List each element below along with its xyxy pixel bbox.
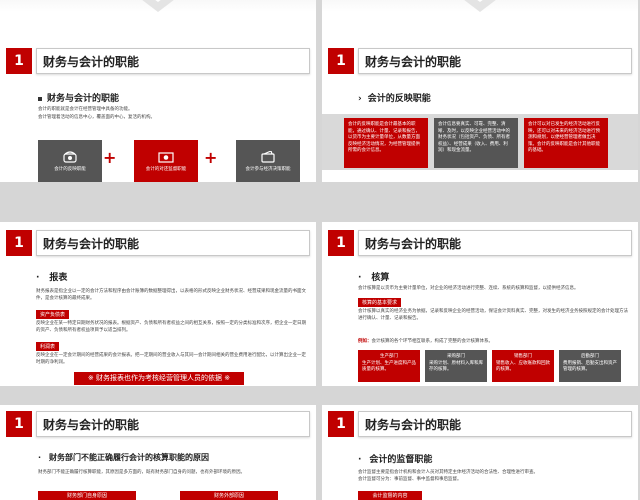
dept-box-production: 生产部门 生产计划、生产进度和产品质量的核算。 — [358, 350, 420, 382]
section-number: 1 — [6, 230, 32, 256]
section-number: 1 — [328, 48, 354, 74]
wallet-icon — [261, 150, 275, 163]
tab-supervision-content[interactable]: 会计监督的内容 — [358, 491, 422, 500]
plus-icon: + — [103, 148, 117, 167]
intro-text: 财务报表是指企业以一定的会计方法和程序由会计账簿的数据整理得出，以表格的形式反映… — [36, 289, 306, 301]
function-box-decision: 会计参与经济决策职能 — [236, 140, 300, 182]
bullet-dot-icon: · — [36, 273, 40, 283]
intro-text: 财务部门不能正确履行核算职能，其原因是多方面的，既有财务部门自身的问题，也有外部… — [38, 470, 245, 475]
v-decoration-inner — [442, 0, 518, 2]
slide-thumbnail-5[interactable]: 1 财务与会计的职能 · 财务部门不能正确履行会计的核算职能的原因 财务部门不能正… — [0, 405, 316, 500]
subtitle-text: 财务部门不能正确履行会计的核算职能的原因 — [49, 453, 210, 462]
balance-sheet-text: 反映企业在某一特定日期财务状况的报表。根据资产、负债和所有者权益之间的相互关系，… — [36, 321, 306, 333]
subtitle-text: 财务与会计的职能 — [47, 94, 120, 104]
bullet-dot-icon: · — [358, 273, 362, 283]
section-number: 1 — [328, 230, 354, 256]
function-label: 会计的对还监督职能 — [145, 166, 187, 172]
slide-header: 1 财务与会计的职能 — [6, 411, 310, 437]
section-number: 1 — [6, 411, 32, 437]
body-line-1: 会计的职能就是会计在经营管理中具备的功能。 — [38, 107, 133, 112]
subtitle-text: 会计的监督职能 — [369, 455, 433, 465]
slide-subtitle: 财务与会计的职能 — [38, 91, 119, 104]
bullet-dot-icon: · — [38, 453, 42, 462]
slide-thumbnail-4[interactable]: 1 财务与会计的职能 · 核算 会计核算是以货币为主要计量单位，对企业的经济活动进… — [322, 222, 638, 386]
slide-subtitle: · 财务部门不能正确履行会计的核算职能的原因 — [38, 452, 209, 463]
requirements-text: 会计核算以真实的经济业务为依据，记录和反映企业的经营活动，保证会计资料真实、完整… — [358, 309, 628, 321]
example-line: 例如：会计核算的各个环节相互联系，构成了完整的会计核算体系。 — [358, 338, 628, 345]
slide-subtitle: · 报表 — [36, 270, 67, 283]
dept-box-purchasing: 采购部门 采购计划、原材料入库和库存的核算。 — [425, 350, 487, 382]
intro-text: 会计核算是以货币为主要计量单位，对企业的经济活动进行完整、连续、系统的核算和监督… — [358, 286, 579, 291]
phone-icon — [63, 150, 77, 163]
slide-header: 1 财务与会计的职能 — [6, 48, 310, 74]
slide-title: 财务与会计的职能 — [358, 48, 632, 74]
slide-header: 1 财务与会计的职能 — [328, 411, 632, 437]
bullet-dot-icon: · — [358, 455, 362, 465]
money-icon — [158, 151, 174, 163]
reflect-box-3: 会计可以对已发生的经济活动进行反映，还可以对未来的经济活动进行预测和规划，以便经… — [524, 118, 608, 168]
example-text: 会计核算的各个环节相互联系，构成了完整的会计核算体系。 — [371, 339, 494, 344]
income-statement-text: 反映企业在一定会计期间的经营成果的会计报表。把一定期间的营业收入与其同一会计期间… — [36, 353, 306, 365]
note-banner: ※ 财务报表也作为考核经营管理人员的依据 ※ — [74, 372, 244, 385]
slide-thumbnail-2[interactable]: 1 财务与会计的职能 › 会计的反映职能 会计的反映职能是会计最基本的职能，通过确… — [322, 0, 638, 182]
intro-text-2: 会计监督可分为：事前监督、事中监督和事后监督。 — [358, 477, 462, 482]
dept-text: 费用报销、后勤支出和资产管理的核算。 — [563, 360, 617, 373]
function-label: 会计参与经济决策职能 — [245, 166, 291, 172]
tag-income-statement: 利润表 — [36, 342, 60, 351]
subtitle-text: 报表 — [49, 273, 68, 283]
slide-title: 财务与会计的职能 — [36, 411, 310, 437]
tab-external-reasons[interactable]: 财务外部原因 — [180, 491, 278, 500]
dept-box-logistics: 后勤部门 费用报销、后勤支出和资产管理的核算。 — [559, 350, 621, 382]
dept-text: 生产计划、生产进度和产品质量的核算。 — [362, 360, 416, 373]
slide-title: 财务与会计的职能 — [358, 230, 632, 256]
reflect-box-2: 会计信息要真实、可靠、完整、清晰、及时，以反映企业经营活动中的财务状况（包括资产… — [434, 118, 518, 168]
slide-title: 财务与会计的职能 — [358, 411, 632, 437]
subtitle-text: 会计的反映职能 — [367, 94, 431, 104]
v-decoration-inner — [120, 0, 196, 2]
slide-subtitle: › 会计的反映职能 — [358, 91, 431, 104]
slide-title: 财务与会计的职能 — [36, 230, 310, 256]
slide-header: 1 财务与会计的职能 — [6, 230, 310, 256]
section-number: 1 — [328, 411, 354, 437]
intro-text: 会计监督主要是指会计机构和会计人员对其特定主体经济活动的合法性、合理性进行审查。 — [358, 470, 538, 475]
dept-text: 采购计划、原材料入库和库存的核算。 — [429, 360, 483, 373]
plus-icon: + — [204, 148, 218, 167]
example-label: 例如： — [358, 339, 372, 344]
bullet-square-icon — [38, 96, 42, 101]
dept-text: 销售收入、应收账款和回款的核算。 — [496, 360, 550, 373]
slide-thumbnail-6[interactable]: 1 财务与会计的职能 · 会计的监督职能 会计监督主要是指会计机构和会计人员对其特… — [322, 405, 638, 500]
body-line-2: 会计管理着活动的信息中心，覆盖面的中心，复活的机构。 — [38, 115, 155, 120]
subtitle-text: 核算 — [371, 273, 390, 283]
function-label: 会计的反映职能 — [54, 166, 86, 172]
reflect-box-1: 会计的反映职能是会计最基本的职能，通过确认、计量、记录和报告，以货币为主要计量单… — [344, 118, 428, 168]
slide-header: 1 财务与会计的职能 — [328, 48, 632, 74]
section-number: 1 — [6, 48, 32, 74]
dept-box-sales: 销售部门 销售收入、应收账款和回款的核算。 — [492, 350, 554, 382]
slide-subtitle: · 核算 — [358, 270, 389, 283]
tag-balance-sheet: 资产负债表 — [36, 310, 70, 319]
slide-header: 1 财务与会计的职能 — [328, 230, 632, 256]
chevron-right-icon: › — [358, 94, 362, 104]
slide-title: 财务与会计的职能 — [36, 48, 310, 74]
function-box-reflect: 会计的反映职能 — [38, 140, 102, 182]
function-box-supervise: 会计的对还监督职能 — [134, 140, 198, 182]
slide-thumbnail-3[interactable]: 1 财务与会计的职能 · 报表 财务报表是指企业以一定的会计方法和程序由会计账簿的… — [0, 222, 316, 386]
slide-thumbnail-1[interactable]: 1 财务与会计的职能 财务与会计的职能 会计的职能就是会计在经营管理中具备的功能… — [0, 0, 316, 182]
tag-basic-requirements: 核算的基本要求 — [358, 298, 402, 307]
tab-internal-reasons[interactable]: 财务部门自身原因 — [38, 491, 136, 500]
slide-subtitle: · 会计的监督职能 — [358, 452, 432, 465]
